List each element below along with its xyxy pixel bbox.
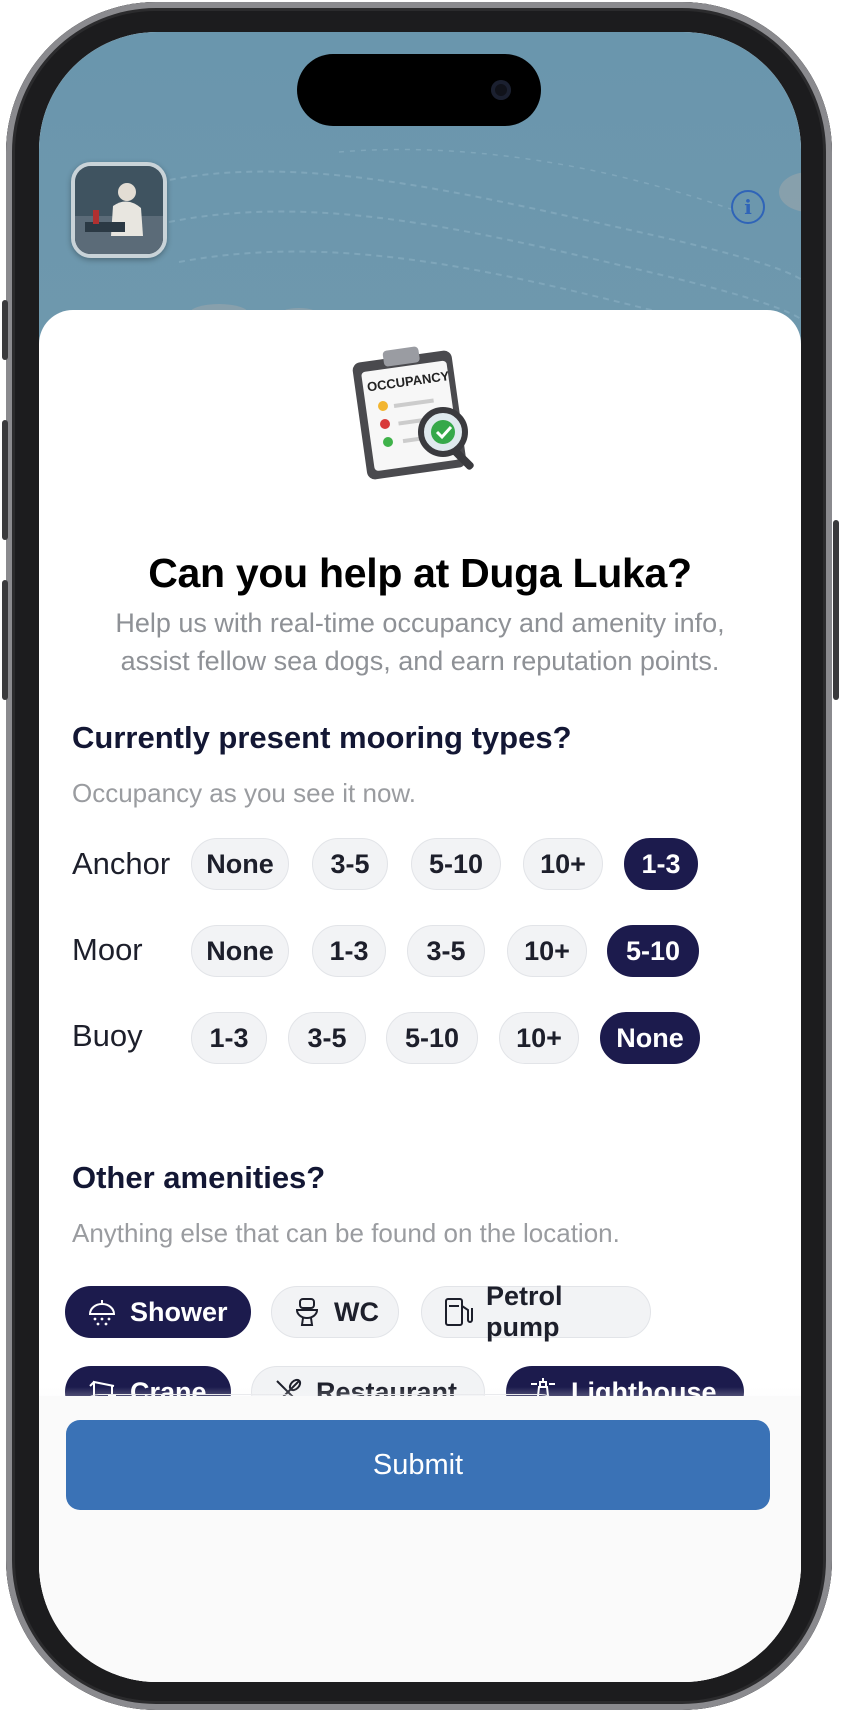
camera-icon	[491, 80, 511, 100]
sailor-photo	[75, 166, 163, 254]
toilet-icon	[295, 1298, 319, 1326]
action-button	[2, 300, 8, 360]
buoy-option-3-5[interactable]: 3-5	[288, 1012, 366, 1064]
volume-down-button	[2, 580, 8, 700]
moor-row-label: Moor	[72, 932, 143, 967]
buoy-option-1-3[interactable]: 1-3	[191, 1012, 267, 1064]
buoy-option-10-plus[interactable]: 10+	[499, 1012, 579, 1064]
moor-option-10-plus[interactable]: 10+	[507, 925, 587, 977]
moor-option-5-10[interactable]: 5-10	[607, 925, 699, 977]
amenity-shower-label: Shower	[130, 1296, 228, 1327]
amenities-section-subtitle: Anything else that can be found on the l…	[72, 1218, 620, 1248]
anchor-option-3-5[interactable]: 3-5	[312, 838, 388, 890]
amenity-wc-label: WC	[334, 1296, 379, 1327]
avatar[interactable]	[71, 162, 167, 258]
moor-option-1-3[interactable]: 1-3	[312, 925, 386, 977]
shower-icon	[88, 1300, 116, 1326]
anchor-option-1-3[interactable]: 1-3	[624, 838, 698, 890]
amenity-wc-chip[interactable]: WC	[271, 1286, 399, 1338]
moor-option-3-5[interactable]: 3-5	[407, 925, 485, 977]
info-icon[interactable]: i	[731, 190, 765, 224]
amenities-section-title: Other amenities?	[72, 1160, 326, 1195]
screen: i OCCUPANCY Can you help at Duga Luka? H…	[39, 32, 801, 1682]
anchor-option-5-10[interactable]: 5-10	[411, 838, 501, 890]
mooring-section-subtitle: Occupancy as you see it now.	[72, 778, 416, 808]
page-title: Can you help at Duga Luka?	[148, 550, 692, 596]
buoy-row-label: Buoy	[72, 1018, 143, 1053]
page-subtitle: Help us with real-time occupancy and ame…	[115, 608, 725, 676]
submit-button[interactable]: Submit	[66, 1420, 770, 1510]
anchor-option-10-plus[interactable]: 10+	[523, 838, 603, 890]
anchor-option-none[interactable]: None	[191, 838, 289, 890]
mooring-section-title: Currently present mooring types?	[72, 720, 572, 755]
power-button	[833, 520, 839, 700]
amenity-petrol-pump-chip[interactable]: Petrol pump	[421, 1281, 651, 1342]
anchor-row-label: Anchor	[72, 846, 171, 881]
buoy-option-none[interactable]: None	[600, 1012, 700, 1064]
amenity-petrol-pump-label: Petrol pump	[486, 1281, 563, 1342]
moor-option-none[interactable]: None	[191, 925, 289, 977]
occupancy-clipboard-icon: OCCUPANCY	[352, 346, 474, 480]
buoy-option-5-10[interactable]: 5-10	[386, 1012, 478, 1064]
dynamic-island	[297, 54, 541, 126]
fuel-pump-icon	[445, 1298, 473, 1326]
volume-up-button	[2, 420, 8, 540]
amenity-shower-chip[interactable]: Shower	[65, 1286, 251, 1338]
